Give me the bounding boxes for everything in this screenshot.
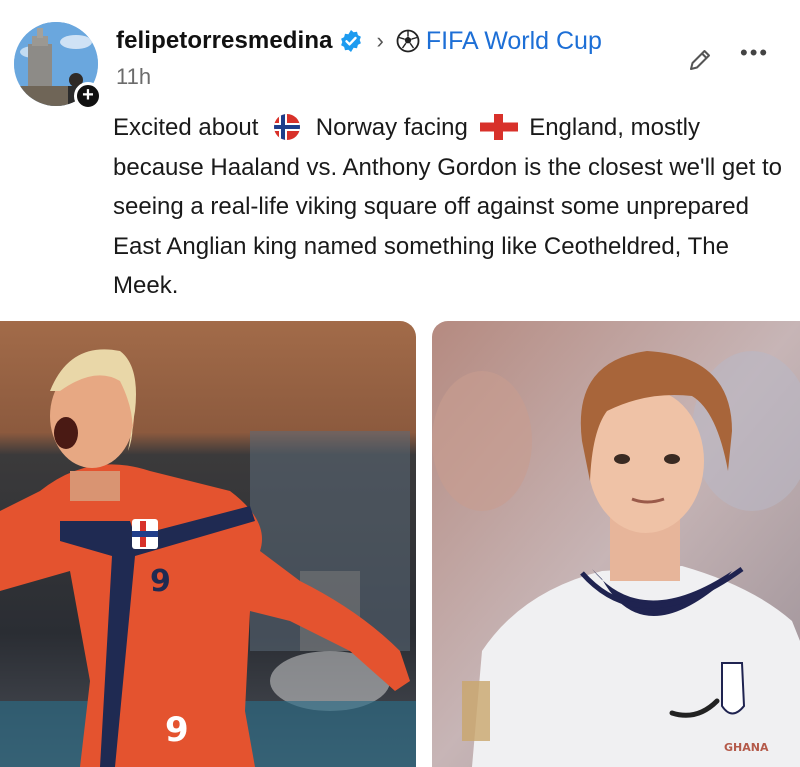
post-timestamp: 11h [116,64,152,89]
author-username[interactable]: felipetorresmedina [116,27,333,55]
post-text-part-2: Norway facing [315,114,468,141]
post-text-part-1: Excited about [113,114,259,141]
follow-plus-icon[interactable]: + [74,82,102,110]
author-row: felipetorresmedina › FIFA World Cup [116,24,602,58]
post-images: 9 9 GHANA [0,321,800,767]
post-text-part-3: England, mostly because Haaland vs. Anth… [113,114,782,299]
photo-haaland[interactable]: 9 9 [0,321,416,767]
england-flag-icon [479,114,518,140]
post-body: Excited about Norway facing England, mos… [113,108,793,306]
verified-badge-icon [340,30,361,52]
more-dots-icon[interactable]: ••• [740,42,769,64]
photo-gordon[interactable]: GHANA [432,321,800,767]
pencil-icon[interactable] [686,46,714,74]
jersey-number: 9 [150,564,171,599]
community-link[interactable]: FIFA World Cup [426,27,602,56]
post-header: + felipetorresmedina › FIFA World Cup 11… [0,0,800,110]
norway-flag-icon [274,114,301,140]
crest-text: GHANA [724,741,769,754]
soccer-ball-icon [396,29,420,53]
shorts-number: 9 [165,710,189,750]
chevron-right-icon: › [376,28,384,53]
